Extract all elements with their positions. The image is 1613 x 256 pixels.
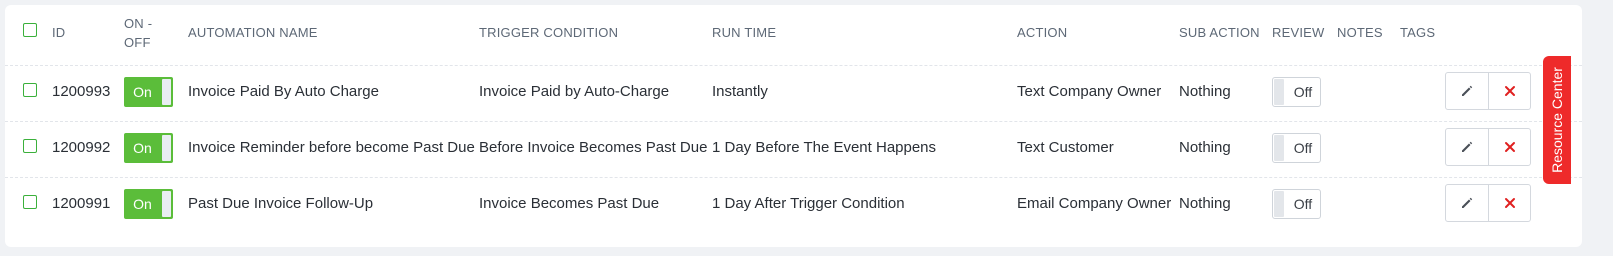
sub-action: Nothing (1179, 139, 1231, 156)
header-id: ID (52, 25, 66, 40)
select-all-checkbox[interactable] (23, 23, 37, 37)
automation-name[interactable]: Past Due Invoice Follow-Up (188, 195, 373, 213)
row-checkbox[interactable] (23, 195, 37, 209)
header-review: REVIEW (1272, 25, 1325, 40)
toggle-label: Off (1293, 140, 1313, 156)
edit-button[interactable] (1446, 129, 1489, 165)
trigger-condition: Before Invoice Becomes Past Due (479, 139, 708, 156)
table-row: 1200991 On Past Due Invoice Follow-Up In… (5, 177, 1582, 233)
row-actions (1445, 184, 1531, 222)
table-row: 1200992 On Invoice Reminder before becom… (5, 121, 1582, 178)
table-header: ID ON - OFF AUTOMATION NAME TRIGGER COND… (5, 5, 1582, 66)
header-sub-action: SUB ACTION (1179, 25, 1260, 40)
toggle-knob (1274, 191, 1284, 217)
action: Text Customer (1017, 139, 1114, 156)
header-action: ACTION (1017, 25, 1068, 40)
action: Email Company Owner (1017, 195, 1172, 212)
table-row: 1200993 On Invoice Paid By Auto Charge I… (5, 65, 1582, 122)
review-toggle[interactable]: Off (1272, 77, 1321, 107)
row-checkbox[interactable] (23, 139, 37, 153)
pencil-icon (1462, 197, 1473, 208)
toggle-knob (162, 79, 171, 105)
pencil-icon (1462, 141, 1473, 152)
toggle-label: On (133, 84, 152, 100)
header-run-time: RUN TIME (712, 25, 777, 40)
header-notes: NOTES (1337, 25, 1383, 40)
automation-name[interactable]: Invoice Reminder before become Past Due (188, 139, 475, 157)
header-on-off-line1: ON - (124, 16, 153, 31)
trigger-condition: Invoice Becomes Past Due (479, 195, 660, 212)
on-off-toggle[interactable]: On (124, 77, 173, 107)
resource-center-label: Resource Center (1549, 67, 1565, 173)
run-time: Instantly (712, 83, 768, 100)
row-checkbox[interactable] (23, 83, 37, 97)
close-icon (1505, 142, 1515, 152)
row-actions (1445, 128, 1531, 166)
on-off-toggle[interactable]: On (124, 189, 173, 219)
run-time: 1 Day After Trigger Condition (712, 195, 905, 212)
edit-button[interactable] (1446, 73, 1489, 109)
close-icon (1505, 86, 1515, 96)
toggle-knob (1274, 79, 1284, 105)
sub-action: Nothing (1179, 195, 1231, 212)
row-actions (1445, 72, 1531, 110)
row-id: 1200991 (52, 195, 111, 212)
on-off-toggle[interactable]: On (124, 133, 173, 163)
automation-name[interactable]: Invoice Paid By Auto Charge (188, 83, 379, 101)
trigger-condition: Invoice Paid by Auto-Charge (479, 83, 670, 100)
review-toggle[interactable]: Off (1272, 133, 1321, 163)
toggle-knob (162, 135, 171, 161)
automations-table: ID ON - OFF AUTOMATION NAME TRIGGER COND… (5, 5, 1582, 247)
delete-button[interactable] (1489, 73, 1531, 109)
toggle-label: Off (1293, 196, 1313, 212)
header-tags: TAGS (1400, 25, 1436, 40)
toggle-knob (1274, 135, 1284, 161)
run-time: 1 Day Before The Event Happens (712, 139, 937, 156)
toggle-knob (162, 191, 171, 217)
header-trigger-condition: TRIGGER CONDITION (479, 25, 619, 40)
close-icon (1505, 198, 1515, 208)
toggle-label: Off (1293, 84, 1313, 100)
row-id: 1200993 (52, 83, 111, 100)
action: Text Company Owner (1017, 83, 1162, 100)
toggle-label: On (133, 140, 152, 156)
delete-button[interactable] (1489, 129, 1531, 165)
review-toggle[interactable]: Off (1272, 189, 1321, 219)
row-id: 1200992 (52, 139, 111, 156)
resource-center-tab[interactable]: Resource Center (1543, 56, 1571, 184)
header-on-off: ON - OFF (124, 14, 152, 52)
edit-button[interactable] (1446, 185, 1489, 221)
pencil-icon (1462, 85, 1473, 96)
delete-button[interactable] (1489, 185, 1531, 221)
toggle-label: On (133, 196, 152, 212)
header-automation-name: AUTOMATION NAME (188, 25, 318, 40)
sub-action: Nothing (1179, 83, 1231, 100)
header-on-off-line2: OFF (124, 35, 151, 50)
